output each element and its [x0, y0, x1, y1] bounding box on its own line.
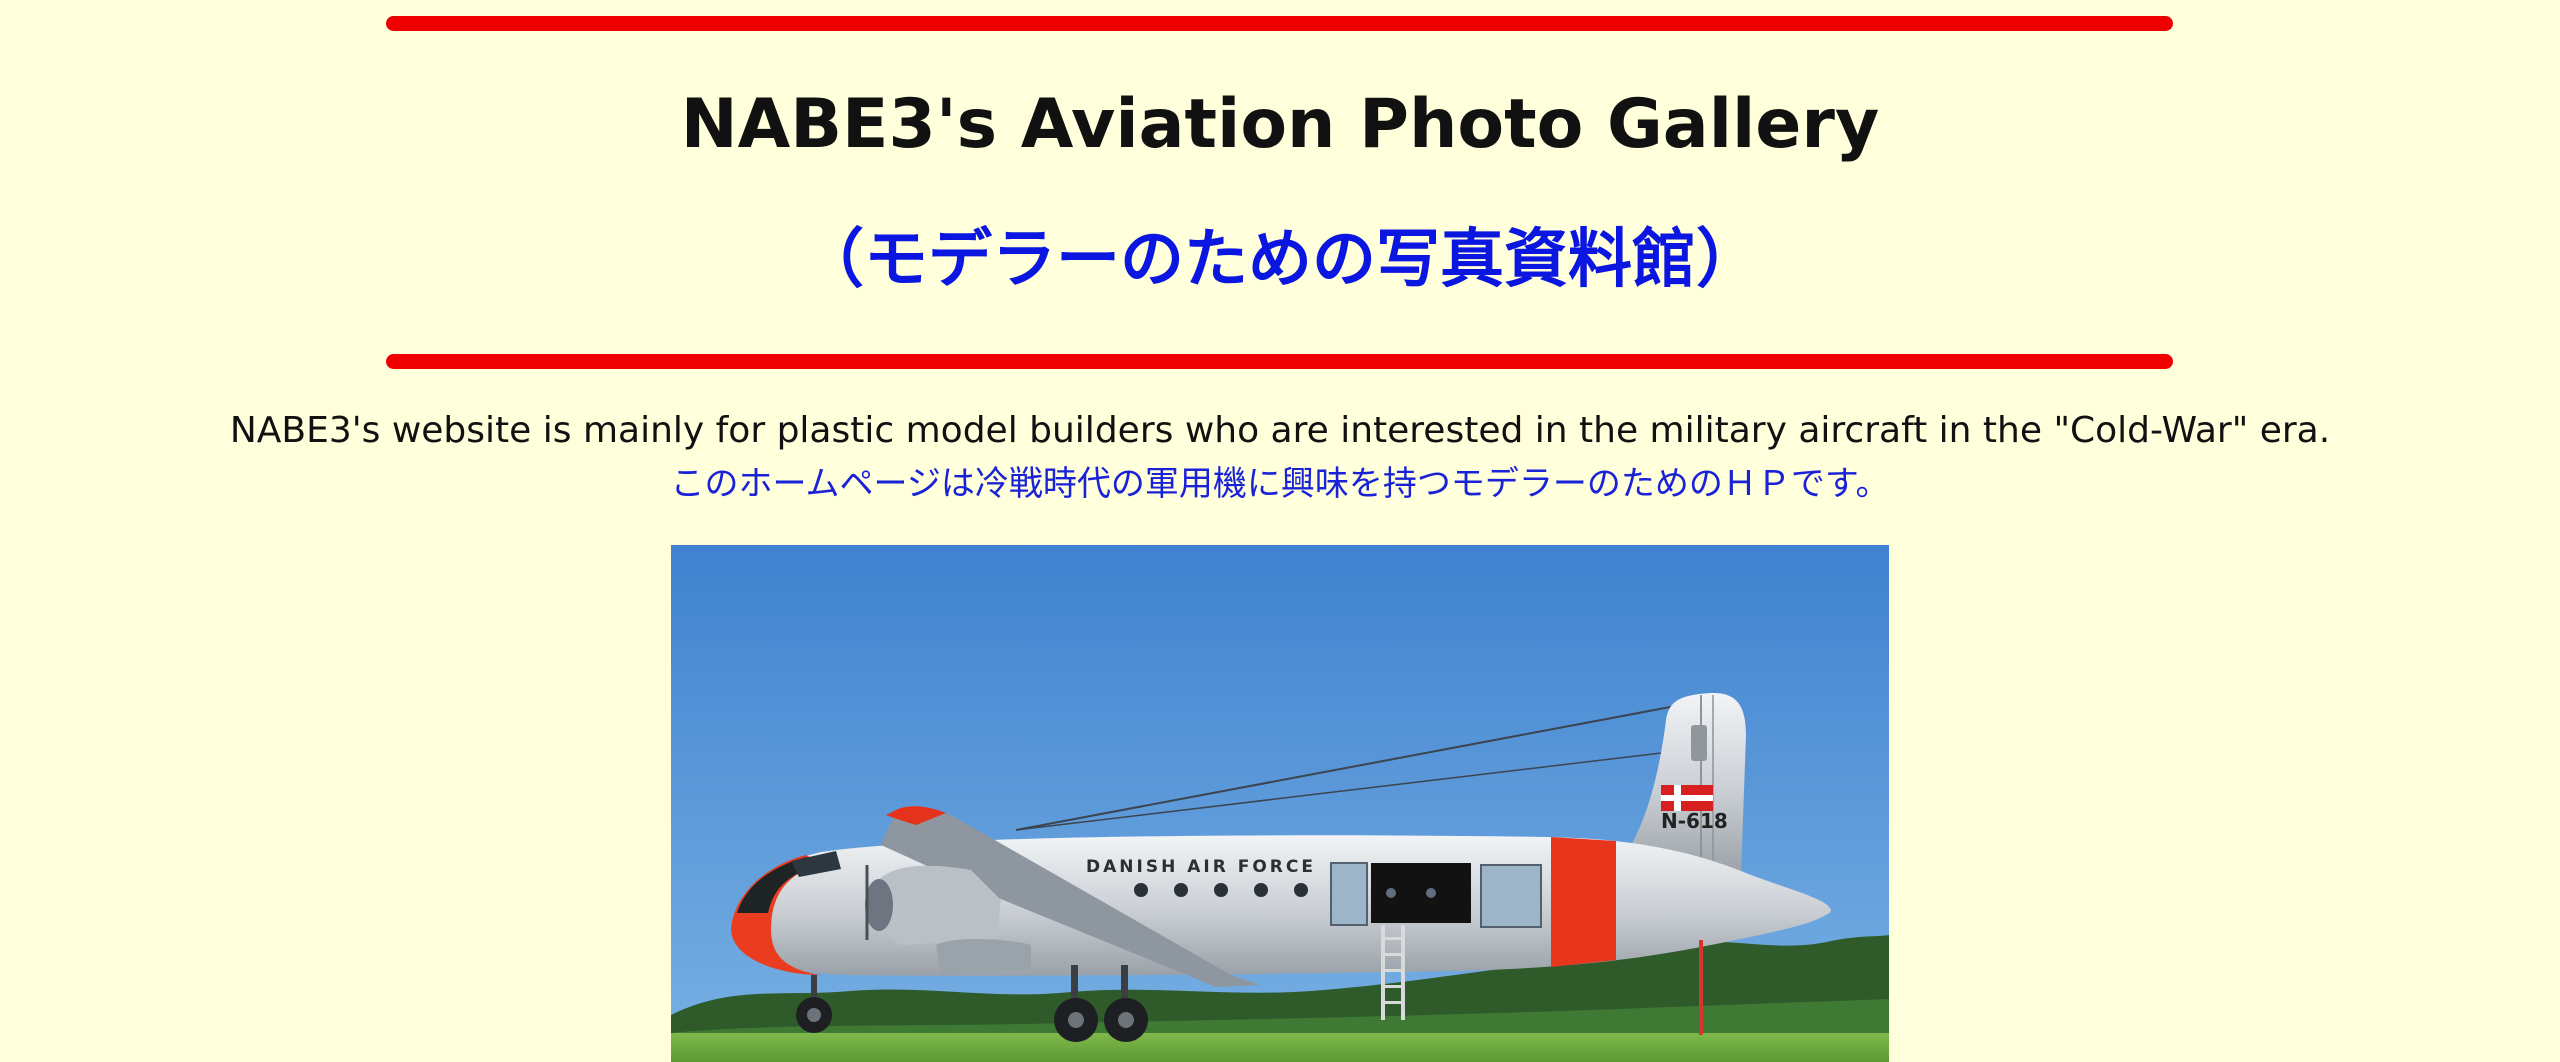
page-title: NABE3's Aviation Photo Gallery — [680, 85, 1880, 164]
top-divider — [386, 16, 2173, 31]
intro-english: NABE3's website is mainly for plastic mo… — [229, 410, 2331, 451]
page-subtitle: （モデラーのための写真資料館） — [800, 223, 1760, 297]
tail-code-text: N-618 — [1661, 809, 1728, 833]
page: NABE3's Aviation Photo Gallery （モデラーのための… — [0, 0, 2560, 1062]
intro-japanese: このホームページは冷戦時代の軍用機に興味を持つモデラーのためのＨＰです。 — [670, 464, 1890, 504]
aircraft-photo: N-618 DANISH AIR FORCE — [671, 545, 1889, 1062]
fuselage-text: DANISH AIR FORCE — [1086, 857, 1316, 877]
bottom-divider — [386, 354, 2173, 369]
